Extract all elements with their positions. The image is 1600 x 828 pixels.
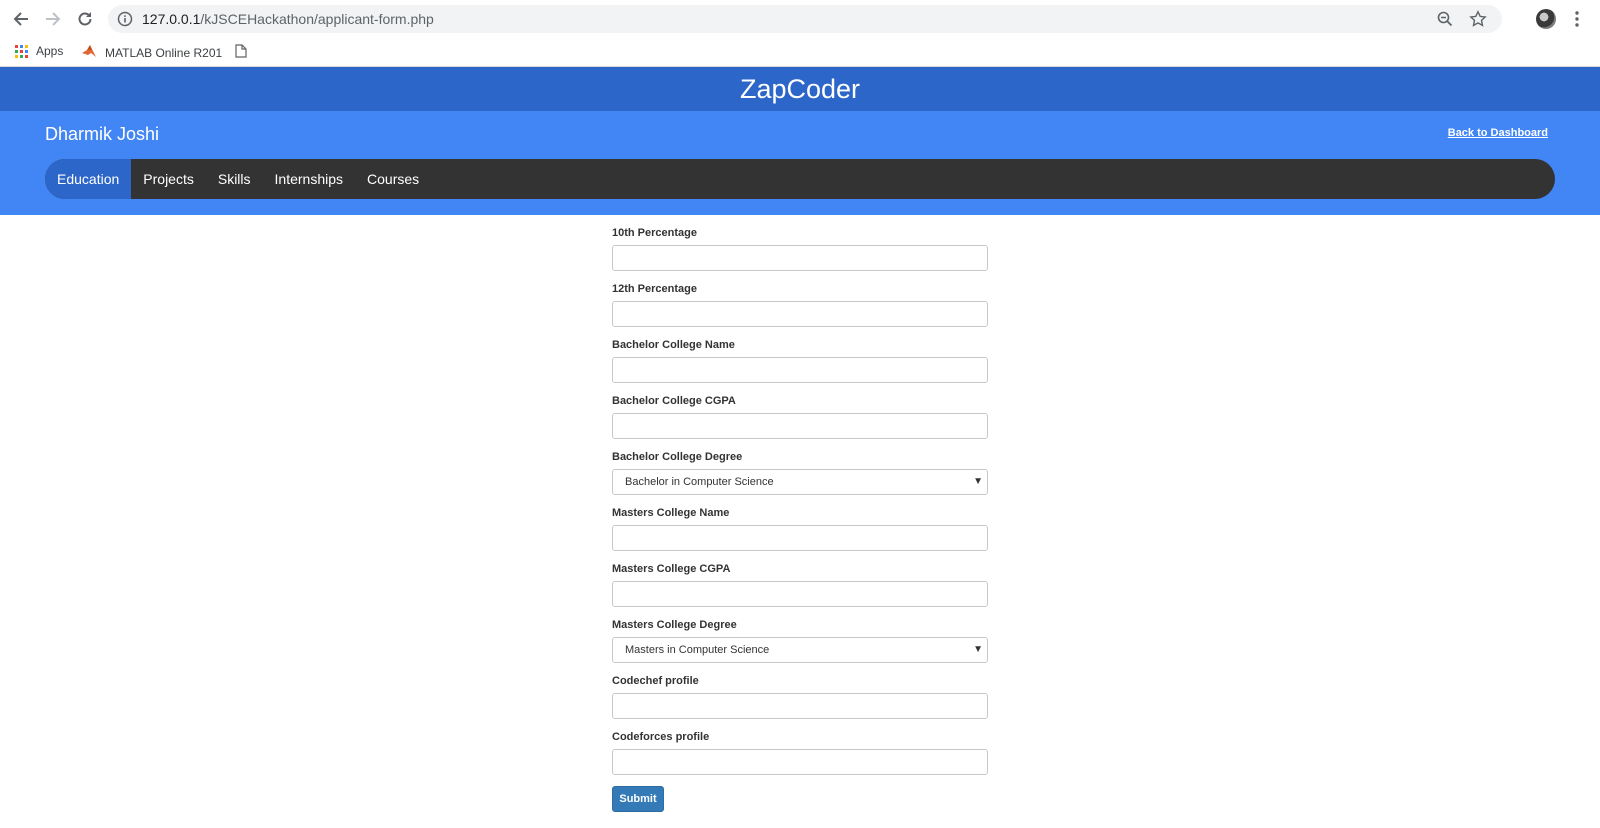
url-text[interactable]: 127.0.0.1/kJSCEHackathon/applicant-form.… (142, 11, 434, 27)
browser-menu-icon[interactable] (1574, 10, 1580, 33)
tab-skills[interactable]: Skills (206, 159, 263, 199)
bookmarks-bar: Apps MATLAB Online R201 (0, 38, 1600, 67)
bookmark-label: Apps (36, 44, 64, 58)
bookmark-star-icon[interactable] (1469, 10, 1487, 33)
apps-grid-icon (15, 44, 28, 58)
bachelor-college-name-input[interactable] (612, 357, 988, 383)
education-form: 10th Percentage 12th Percentage Bachelor… (612, 224, 988, 812)
bachelor-college-degree-label: Bachelor College Degree (612, 451, 743, 463)
bachelor-college-name-label: Bachelor College Name (612, 339, 735, 351)
site-title: ZapCoder (739, 73, 861, 104)
bookmark-page[interactable] (235, 44, 247, 61)
zoom-icon[interactable] (1436, 10, 1454, 33)
tab-education[interactable]: Education (45, 159, 132, 199)
bookmark-matlab[interactable]: MATLAB Online R201 (81, 44, 222, 61)
reload-icon[interactable] (74, 8, 96, 30)
masters-college-degree-select[interactable]: Masters in Computer Science ▼ (612, 637, 988, 663)
masters-college-cgpa-input[interactable] (612, 581, 988, 607)
masters-college-degree-label: Masters College Degree (612, 619, 737, 631)
url-host: 127.0.0.1 (142, 11, 201, 27)
bachelor-college-degree-select[interactable]: Bachelor in Computer Science ▼ (612, 469, 988, 495)
address-bar[interactable]: 127.0.0.1/kJSCEHackathon/applicant-form.… (108, 5, 1502, 33)
back-arrow-icon[interactable] (10, 8, 32, 30)
tenth-percentage-input[interactable] (612, 245, 988, 271)
tenth-percentage-label: 10th Percentage (612, 227, 697, 239)
brand-bar: ZapCoder (0, 67, 1600, 111)
browser-toolbar: 127.0.0.1/kJSCEHackathon/applicant-form.… (0, 0, 1600, 38)
bookmark-label: MATLAB Online R201 (105, 45, 223, 60)
forward-arrow-icon[interactable] (42, 8, 64, 30)
masters-college-name-label: Masters College Name (612, 507, 730, 519)
submit-button[interactable]: Submit (612, 786, 664, 812)
twelfth-percentage-input[interactable] (612, 301, 988, 327)
twelfth-percentage-label: 12th Percentage (612, 283, 697, 295)
back-to-dashboard-link[interactable]: Back to Dashboard (1448, 127, 1548, 139)
user-bar: Dharmik Joshi Back to Dashboard Educatio… (0, 111, 1600, 215)
bachelor-college-cgpa-label: Bachelor College CGPA (612, 395, 736, 407)
codechef-profile-input[interactable] (612, 693, 988, 719)
profile-avatar[interactable] (1536, 9, 1556, 29)
user-name: Dharmik Joshi (45, 124, 160, 144)
section-tabs: Education Projects Skills Internships Co… (45, 159, 1555, 199)
masters-college-name-input[interactable] (612, 525, 988, 551)
site-info-icon[interactable] (117, 11, 133, 32)
codechef-profile-label: Codechef profile (612, 675, 699, 687)
tab-courses[interactable]: Courses (355, 159, 431, 199)
url-path: /kJSCEHackathon/applicant-form.php (200, 11, 434, 27)
matlab-icon (81, 44, 97, 61)
dropdown-caret-icon: ▼ (973, 644, 983, 655)
bachelor-college-cgpa-input[interactable] (612, 413, 988, 439)
masters-college-cgpa-label: Masters College CGPA (612, 563, 731, 575)
dropdown-caret-icon: ▼ (973, 476, 983, 487)
masters-degree-value: Masters in Computer Science (625, 644, 770, 656)
bachelor-degree-value: Bachelor in Computer Science (625, 476, 774, 488)
tab-internships[interactable]: Internships (263, 159, 355, 199)
tab-projects[interactable]: Projects (131, 159, 206, 199)
codeforces-profile-input[interactable] (612, 749, 988, 775)
bookmark-apps[interactable]: Apps (15, 44, 63, 58)
page-icon (235, 44, 247, 61)
codeforces-profile-label: Codeforces profile (612, 731, 710, 743)
